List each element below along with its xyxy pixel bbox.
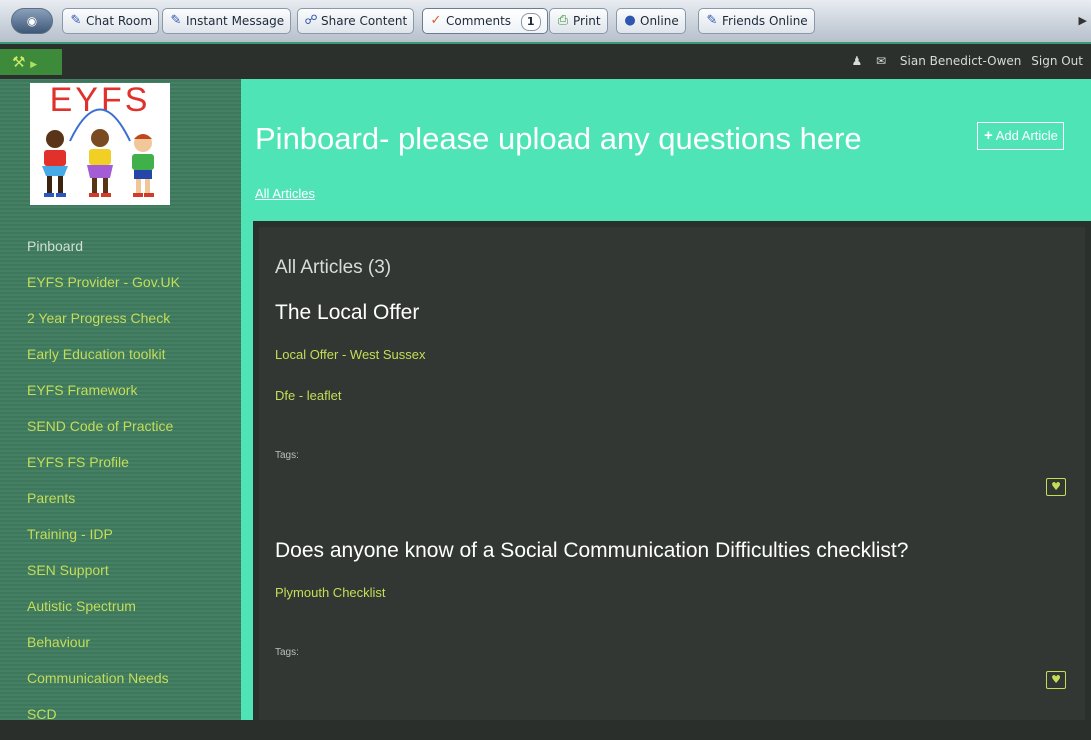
print-button[interactable]: ⎙ Print — [549, 8, 608, 34]
article-title[interactable]: Does anyone know of a Social Communicati… — [275, 539, 908, 563]
article-link[interactable]: Plymouth Checklist — [275, 585, 386, 600]
share-icon: ☍ — [304, 13, 318, 28]
sidebar-item-send-code-of-practice[interactable]: SEND Code of Practice — [27, 416, 180, 452]
sidebar-item-2-year-progress-check[interactable]: 2 Year Progress Check — [27, 308, 180, 344]
sidebar-item-behaviour[interactable]: Behaviour — [27, 632, 180, 668]
add-article-button[interactable]: + Add Article — [977, 122, 1064, 150]
friends-online-label: Friends Online — [722, 14, 808, 28]
instant-message-button[interactable]: ✎ Instant Message — [162, 8, 292, 34]
page-header: Pinboard- please upload any questions he… — [253, 79, 1091, 221]
article-title[interactable]: The Local Offer — [275, 301, 419, 325]
tools-menu-button[interactable]: ⚒ ▶ — [0, 49, 62, 75]
sidebar-item-communication-needs[interactable]: Communication Needs — [27, 668, 180, 704]
children-illustration — [42, 108, 154, 197]
articles-list-title: All Articles (3) — [275, 257, 392, 278]
plus-icon: + — [984, 127, 993, 144]
main-content — [253, 221, 1091, 720]
print-label: Print — [573, 14, 601, 28]
breadcrumb-all-articles[interactable]: All Articles — [255, 186, 315, 201]
share-content-label: Share Content — [321, 14, 408, 28]
sidebar-item-sen-support[interactable]: SEN Support — [27, 560, 180, 596]
comments-button[interactable]: ✓ Comments 1 — [422, 8, 548, 34]
instant-message-label: Instant Message — [186, 14, 285, 28]
sidebar-item-pinboard[interactable]: Pinboard — [27, 236, 180, 272]
sidebar-item-early-education-toolkit[interactable]: Early Education toolkit — [27, 344, 180, 380]
like-button[interactable]: ♥ — [1046, 671, 1066, 689]
article-link[interactable]: Local Offer - West Sussex — [275, 347, 426, 362]
user-area: ♟ ✉ Sian Benedict-Owen Sign Out — [841, 44, 1083, 79]
eye-icon: ◉ — [26, 14, 38, 28]
heart-icon: ♥ — [1051, 673, 1061, 686]
online-button[interactable]: ● Online — [616, 8, 686, 34]
friends-online-button[interactable]: ✎ Friends Online — [698, 8, 815, 34]
comments-count-badge: 1 — [520, 13, 541, 31]
toolbar-collapse-button[interactable]: ◉ — [11, 8, 53, 34]
sidebar-item-scd[interactable]: SCD — [27, 704, 180, 740]
site-top-bar: ⚒ ▶ ♟ ✉ Sian Benedict-Owen Sign Out — [0, 44, 1091, 79]
friends-icon: ✎ — [706, 13, 718, 28]
chat-room-button[interactable]: ✎ Chat Room — [62, 8, 160, 34]
sidebar-item-eyfs-provider[interactable]: EYFS Provider - Gov.UK — [27, 272, 180, 308]
toolbar-more-arrow-icon[interactable]: ▶ — [1079, 14, 1087, 27]
comments-label: Comments — [446, 14, 512, 28]
sidebar-item-training-idp[interactable]: Training - IDP — [27, 524, 180, 560]
page-title: Pinboard- please upload any questions he… — [255, 121, 862, 156]
tools-icon: ⚒ — [12, 53, 26, 71]
tags-label: Tags: — [275, 450, 299, 461]
user-name[interactable]: Sian Benedict-Owen — [900, 54, 1022, 68]
chat-icon: ✎ — [70, 13, 82, 28]
sidebar: EYFS Pinboard EYFS Provider - Gov.UK 2 Y… — [0, 79, 241, 722]
sidebar-nav: Pinboard EYFS Provider - Gov.UK 2 Year P… — [27, 236, 180, 740]
chat-room-label: Chat Room — [86, 14, 153, 28]
add-article-label: Add Article — [995, 128, 1058, 143]
browser-toolbar: ◉ ✎ Chat Room ✎ Instant Message ☍ Share … — [0, 0, 1091, 44]
sidebar-item-parents[interactable]: Parents — [27, 488, 180, 524]
print-icon: ⎙ — [557, 13, 569, 28]
comments-icon: ✓ — [430, 13, 442, 28]
sidebar-divider — [241, 79, 253, 720]
article-link[interactable]: Dfe - leaflet — [275, 388, 341, 403]
sidebar-item-autistic-spectrum[interactable]: Autistic Spectrum — [27, 596, 180, 632]
mail-icon[interactable]: ✉ — [876, 54, 886, 68]
eyfs-logo[interactable]: EYFS — [30, 83, 170, 205]
tags-label: Tags: — [275, 647, 299, 658]
like-button[interactable]: ♥ — [1046, 478, 1066, 496]
im-icon: ✎ — [170, 13, 182, 28]
share-content-button[interactable]: ☍ Share Content — [297, 8, 415, 34]
sidebar-item-eyfs-fs-profile[interactable]: EYFS FS Profile — [27, 452, 180, 488]
friends-icon-small[interactable]: ♟ — [851, 54, 862, 68]
globe-icon: ● — [624, 13, 636, 28]
heart-icon: ♥ — [1051, 480, 1061, 493]
online-label: Online — [640, 14, 679, 28]
tools-arrow-icon: ▶ — [30, 60, 38, 70]
sidebar-item-eyfs-framework[interactable]: EYFS Framework — [27, 380, 180, 416]
sign-out-link[interactable]: Sign Out — [1031, 54, 1083, 68]
